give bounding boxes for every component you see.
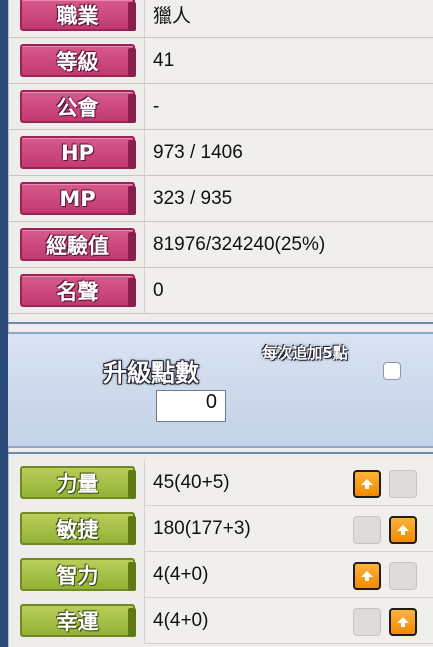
info-value: 41 [144,38,433,83]
add-five-points-label: 每次追加5點 [262,344,348,362]
stat-label: 幸運 [20,604,136,637]
info-row-level: 等級 41 [8,38,433,84]
info-label: 經驗值 [20,228,136,261]
info-row-guild: 公會 - [8,84,433,130]
add-luk-button[interactable] [389,608,417,636]
section-divider [8,452,433,454]
stat-row-int: 智力 4(4+0) [8,552,433,598]
arrow-up-icon [361,571,373,581]
info-label: 公會 [20,90,136,123]
info-value: 81976/324240(25%) [144,222,433,267]
info-value: - [144,84,433,129]
add-int-button[interactable] [353,562,381,590]
info-label: 職業 [20,0,136,31]
info-value: 323 / 935 [144,176,433,221]
button-slot [389,470,417,498]
info-row-exp: 經驗值 81976/324240(25%) [8,222,433,268]
section-divider [8,322,433,324]
info-row-fame: 名聲 0 [8,268,433,314]
stat-points-label: 升級點數 [103,359,199,387]
info-row-job: 職業 獵人 [8,0,433,38]
button-slot [353,516,381,544]
info-value: 獵人 [144,0,433,37]
info-label: 等級 [20,44,136,77]
arrow-up-icon [361,479,373,489]
stat-label: 敏捷 [20,512,136,545]
stat-label: 智力 [20,558,136,591]
add-str-button[interactable] [353,470,381,498]
button-slot [389,562,417,590]
stat-points-section: 升級點數 0 每次追加5點 [8,332,433,448]
info-row-mp: MP 323 / 935 [8,176,433,222]
info-label: MP [20,182,136,215]
stat-row-dex: 敏捷 180(177+3) [8,506,433,552]
arrow-up-icon [397,525,409,535]
info-value: 0 [144,268,433,313]
stat-label: 力量 [20,466,136,499]
add-dex-button[interactable] [389,516,417,544]
stat-row-luk: 幸運 4(4+0) [8,598,433,644]
arrow-up-icon [397,617,409,627]
stat-row-str: 力量 45(40+5) [8,460,433,506]
stat-points-field[interactable]: 0 [156,390,226,422]
info-label: HP [20,136,136,169]
info-value: 973 / 1406 [144,130,433,175]
button-slot [353,608,381,636]
info-label: 名聲 [20,274,136,307]
info-row-hp: HP 973 / 1406 [8,130,433,176]
add-five-points-checkbox[interactable] [383,362,401,380]
